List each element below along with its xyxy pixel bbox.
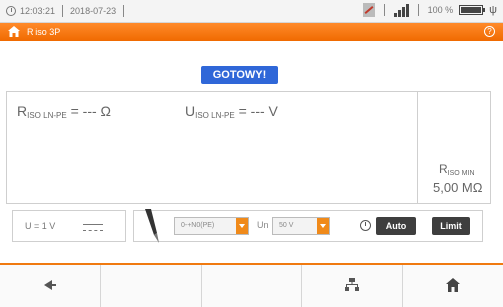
riso-min-symbol: R bbox=[439, 162, 448, 176]
un-label: Un bbox=[257, 220, 269, 230]
mode-select[interactable]: 0-+N0(PE) bbox=[174, 217, 249, 235]
riso-reading: RISO LN-PE = --- Ω bbox=[17, 103, 111, 120]
limit-button[interactable]: Limit bbox=[432, 217, 470, 235]
status-time: 12:03:21 bbox=[20, 6, 56, 16]
nav-tree[interactable] bbox=[302, 265, 404, 307]
riso-min-label: RISO MIN bbox=[439, 162, 475, 177]
mode-select-value: 0-+N0(PE) bbox=[181, 222, 215, 229]
uiso-symbol: U bbox=[185, 103, 196, 119]
timer-icon[interactable] bbox=[360, 220, 371, 231]
un-select-value: 50 V bbox=[279, 222, 294, 229]
voltage-reading: U = 1 V bbox=[25, 221, 56, 231]
uiso-reading: UISO LN-PE = --- V bbox=[185, 103, 278, 120]
riso-subscript: ISO LN-PE bbox=[27, 111, 67, 120]
help-icon[interactable]: ? bbox=[484, 26, 495, 37]
nav-back[interactable] bbox=[0, 265, 101, 307]
voltage-box: U = 1 V bbox=[12, 210, 126, 242]
status-separator bbox=[417, 4, 419, 16]
status-badge: GOTOWY! bbox=[201, 66, 278, 84]
status-date: 2018-07-23 bbox=[70, 6, 117, 16]
home-icon[interactable] bbox=[446, 278, 461, 292]
probe-icon bbox=[145, 209, 159, 243]
usb-icon: ψ bbox=[489, 4, 497, 16]
uiso-value: = --- V bbox=[238, 103, 278, 119]
auto-button[interactable]: Auto bbox=[376, 217, 416, 235]
riso-min-subscript: ISO MIN bbox=[447, 170, 475, 177]
status-bar: 12:03:21 2018-07-23 100 % ψ bbox=[0, 0, 503, 23]
riso-value: = --- Ω bbox=[70, 103, 112, 119]
clock-icon bbox=[6, 6, 16, 16]
page-title: R iso 3P bbox=[27, 27, 61, 37]
title-bar: R iso 3P ? bbox=[0, 23, 503, 41]
bottom-nav bbox=[0, 265, 503, 307]
battery-percent: 100 % bbox=[427, 5, 454, 15]
sd-card-icon bbox=[362, 3, 375, 17]
nav-empty-2 bbox=[202, 265, 303, 307]
dc-icon bbox=[83, 224, 103, 231]
home-icon[interactable] bbox=[8, 26, 20, 37]
chevron-down-icon[interactable] bbox=[236, 218, 248, 234]
panel-divider bbox=[417, 92, 418, 203]
status-left: 12:03:21 2018-07-23 bbox=[6, 5, 127, 17]
controls-row: 0-+N0(PE) Un 50 V Auto Limit bbox=[133, 209, 483, 243]
chevron-down-icon[interactable] bbox=[317, 218, 329, 234]
back-arrow-icon[interactable] bbox=[43, 280, 56, 290]
status-separator bbox=[123, 5, 125, 17]
status-separator bbox=[383, 4, 385, 16]
un-select[interactable]: 50 V bbox=[272, 217, 330, 235]
status-separator bbox=[62, 5, 64, 17]
battery-icon bbox=[459, 5, 486, 15]
riso-symbol: R bbox=[17, 103, 28, 119]
nav-home[interactable] bbox=[403, 265, 503, 307]
status-right: 100 % ψ bbox=[362, 3, 497, 17]
nav-empty-1 bbox=[101, 265, 202, 307]
riso-min-value: 5,00 MΩ bbox=[433, 180, 483, 195]
tree-icon[interactable] bbox=[345, 278, 360, 292]
uiso-subscript: ISO LN-PE bbox=[195, 111, 235, 120]
signal-icon bbox=[393, 3, 409, 17]
results-panel: RISO LN-PE = --- Ω UISO LN-PE = --- V RI… bbox=[6, 91, 491, 204]
